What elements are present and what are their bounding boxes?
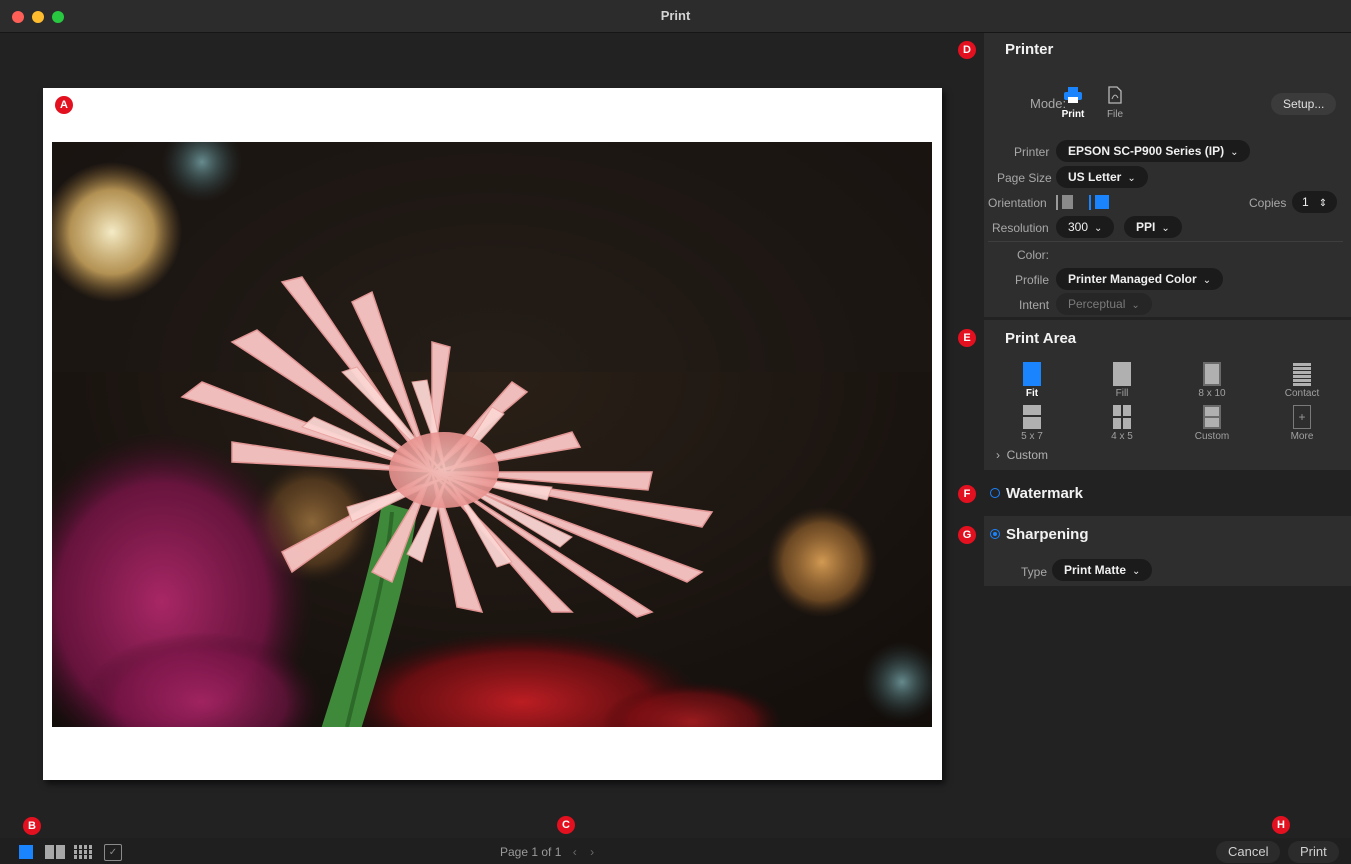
chevron-down-icon: ⌄ bbox=[1161, 223, 1170, 234]
stepper-arrows-icon: ⇕ bbox=[1318, 198, 1328, 209]
bottom-toolbar bbox=[0, 838, 1351, 864]
sharpening-type-select[interactable]: Print Matte ⌄ bbox=[1052, 559, 1153, 581]
two-up-view-icon[interactable] bbox=[45, 845, 65, 859]
setup-button[interactable]: Setup... bbox=[1271, 93, 1337, 115]
callout-badge-c: C bbox=[557, 816, 575, 834]
fit-label: Fit bbox=[1025, 388, 1039, 399]
callout-badge-f: F bbox=[958, 485, 976, 503]
print-button[interactable]: Print bbox=[1288, 841, 1339, 863]
copies-stepper[interactable]: 1 ⇕ bbox=[1292, 191, 1338, 213]
callout-badge-g: G bbox=[958, 526, 976, 544]
chevron-down-icon: ⌄ bbox=[1131, 300, 1140, 311]
copies-label: Copies bbox=[1249, 196, 1287, 210]
printer-panel-title: Printer bbox=[1005, 41, 1054, 58]
print-area-fit-option[interactable]: Fit bbox=[1002, 362, 1062, 399]
resolution-unit-value: PPI bbox=[1136, 220, 1156, 234]
color-profile-select[interactable]: Printer Managed Color ⌄ bbox=[1056, 268, 1224, 290]
fill-label: Fill bbox=[1115, 388, 1129, 399]
custom-section-label: Custom bbox=[1006, 448, 1049, 462]
printer-select-value: EPSON SC-P900 Series (IP) bbox=[1068, 144, 1225, 158]
callout-badge-h: H bbox=[1272, 816, 1290, 834]
chevron-down-icon: ⌄ bbox=[1230, 147, 1239, 158]
page-size-label: Page Size bbox=[997, 171, 1052, 185]
divider bbox=[988, 241, 1343, 242]
callout-badge-d: D bbox=[958, 41, 976, 59]
cancel-button[interactable]: Cancel bbox=[1216, 841, 1281, 863]
printer-select[interactable]: EPSON SC-P900 Series (IP) ⌄ bbox=[1056, 140, 1251, 162]
custom-size-icon bbox=[1203, 405, 1221, 429]
page-info-label: Page 1 of 1 bbox=[500, 845, 562, 859]
size-8x10-label: 8 x 10 bbox=[1198, 388, 1226, 399]
resolution-select[interactable]: 300 ⌄ bbox=[1056, 216, 1115, 238]
custom-label: Custom bbox=[1194, 431, 1230, 442]
profile-label: Profile bbox=[1015, 273, 1050, 287]
copies-value: 1 bbox=[1302, 195, 1309, 209]
size-5x7-label: 5 x 7 bbox=[1021, 431, 1043, 442]
print-area-fill-option[interactable]: Fill bbox=[1092, 362, 1152, 399]
pdf-file-icon bbox=[1108, 86, 1122, 104]
print-area-custom-option[interactable]: Custom bbox=[1182, 405, 1242, 442]
size-4x5-label: 4 x 5 bbox=[1111, 431, 1133, 442]
photo-preview[interactable] bbox=[52, 142, 932, 727]
print-area-5x7-option[interactable]: 5 x 7 bbox=[1002, 405, 1062, 442]
print-area-more-option[interactable]: + More bbox=[1272, 405, 1332, 442]
sharpening-toggle[interactable] bbox=[990, 529, 1000, 539]
grid-view-icon[interactable] bbox=[74, 845, 94, 859]
more-label: More bbox=[1290, 431, 1314, 442]
mode-print-option[interactable]: Print bbox=[1058, 86, 1088, 120]
next-page-icon[interactable]: › bbox=[590, 845, 594, 859]
chevron-right-icon: › bbox=[996, 448, 1000, 462]
contact-label: Contact bbox=[1284, 388, 1320, 399]
mode-file-label: File bbox=[1106, 109, 1124, 120]
chevron-down-icon: ⌄ bbox=[1127, 173, 1136, 184]
contact-sheet-view-icon[interactable]: ✓ bbox=[104, 844, 122, 861]
callout-badge-a: A bbox=[55, 96, 73, 114]
size-4x5-icon bbox=[1113, 405, 1131, 429]
printer-icon bbox=[1064, 87, 1082, 103]
callout-badge-e: E bbox=[958, 329, 976, 347]
plus-icon: + bbox=[1293, 405, 1311, 429]
resolution-unit-select[interactable]: PPI ⌄ bbox=[1124, 216, 1182, 238]
sharpening-type-value: Print Matte bbox=[1064, 563, 1127, 577]
size-5x7-icon bbox=[1023, 405, 1041, 429]
page-size-value: US Letter bbox=[1068, 170, 1122, 184]
title-bar: Print bbox=[0, 0, 1351, 33]
rendering-intent-value: Perceptual bbox=[1068, 297, 1126, 311]
previous-page-icon[interactable]: ‹ bbox=[573, 845, 577, 859]
page-indicator: Page 1 of 1 ‹ › bbox=[500, 845, 594, 859]
mode-file-option[interactable]: File bbox=[1102, 86, 1128, 120]
sharpening-type-label: Type bbox=[1021, 565, 1048, 579]
callout-badge-b: B bbox=[23, 817, 41, 835]
chevron-down-icon: ⌄ bbox=[1132, 566, 1141, 577]
print-area-contact-option[interactable]: Contact bbox=[1272, 362, 1332, 399]
watermark-panel-title[interactable]: Watermark bbox=[1006, 485, 1083, 502]
print-area-8x10-option[interactable]: 8 x 10 bbox=[1182, 362, 1242, 399]
resolution-label: Resolution bbox=[992, 221, 1049, 235]
printer-label: Printer bbox=[1014, 145, 1050, 159]
contact-sheet-icon bbox=[1293, 362, 1311, 386]
chevron-down-icon: ⌄ bbox=[1202, 275, 1212, 286]
size-8x10-icon bbox=[1203, 362, 1221, 386]
fit-icon bbox=[1023, 362, 1041, 386]
color-profile-value: Printer Managed Color bbox=[1068, 272, 1197, 286]
resolution-value: 300 bbox=[1068, 220, 1089, 234]
window-title: Print bbox=[660, 8, 691, 23]
portrait-orientation-icon[interactable] bbox=[1056, 193, 1080, 210]
watermark-toggle[interactable] bbox=[990, 488, 1000, 498]
page-size-select[interactable]: US Letter ⌄ bbox=[1056, 166, 1148, 188]
print-area-panel-title: Print Area bbox=[1005, 330, 1077, 347]
single-view-icon[interactable] bbox=[19, 845, 33, 859]
print-area-4x5-option[interactable]: 4 x 5 bbox=[1092, 405, 1152, 442]
chevron-down-icon: ⌄ bbox=[1094, 223, 1103, 234]
flower-photo-image bbox=[52, 142, 932, 727]
orientation-label: Orientation bbox=[988, 196, 1047, 210]
intent-label: Intent bbox=[1019, 298, 1050, 312]
mode-print-label: Print bbox=[1061, 109, 1085, 120]
sharpening-panel-title[interactable]: Sharpening bbox=[1006, 526, 1089, 543]
custom-section-toggle[interactable]: › Custom bbox=[996, 448, 1048, 462]
color-section-label: Color: bbox=[1017, 248, 1050, 262]
rendering-intent-select: Perceptual ⌄ bbox=[1056, 293, 1152, 315]
fill-icon bbox=[1113, 362, 1131, 386]
landscape-orientation-icon[interactable] bbox=[1089, 193, 1113, 210]
